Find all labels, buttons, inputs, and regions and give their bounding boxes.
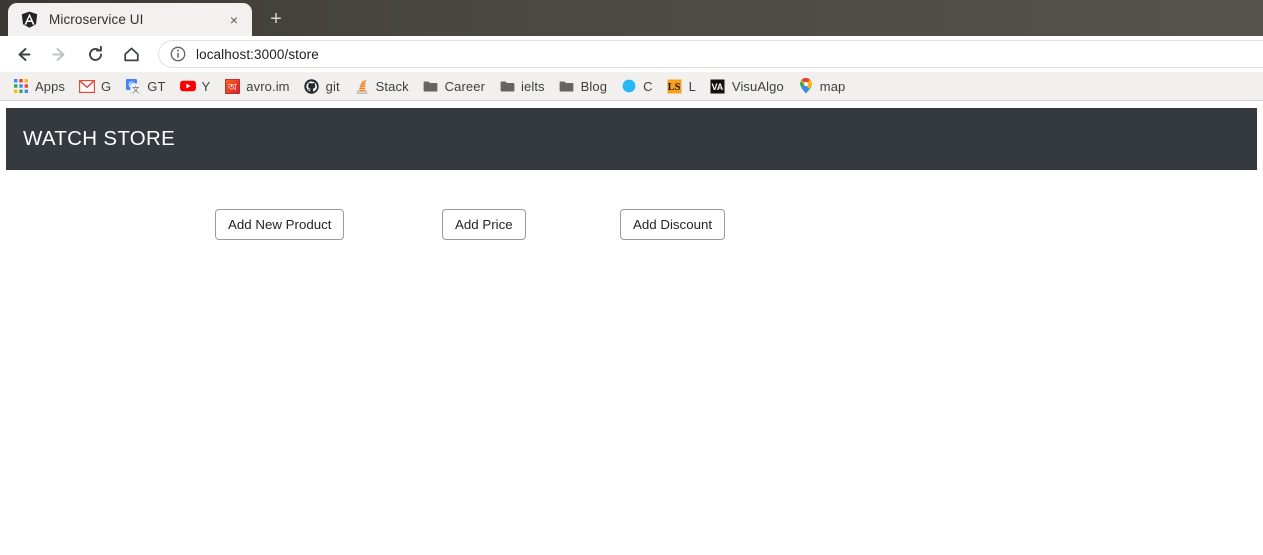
svg-text:অ: অ — [227, 82, 237, 93]
bookmark-map[interactable]: map — [791, 75, 853, 98]
stackoverflow-icon — [354, 78, 370, 94]
add-new-product-button[interactable]: Add New Product — [215, 209, 345, 240]
bookmark-gmail[interactable]: G — [72, 75, 118, 98]
google-maps-pin-icon — [798, 78, 814, 94]
app-banner: WATCH STORE — [6, 108, 1257, 170]
visualgo-icon: VA — [710, 78, 726, 94]
home-icon[interactable] — [116, 39, 146, 69]
bookmark-visualgo[interactable]: VA VisuAlgo — [703, 75, 791, 98]
address-bar-url: localhost:3000/store — [196, 46, 319, 62]
bookmark-avro[interactable]: অ avro.im — [217, 75, 296, 98]
bookmark-label: Career — [444, 78, 486, 94]
bookmarks-bar: Apps G G 文 GT Y — [0, 72, 1263, 101]
folder-icon — [423, 78, 439, 94]
browser-toolbar: localhost:3000/store — [0, 36, 1263, 72]
page-title: WATCH STORE — [23, 127, 176, 150]
back-arrow-icon[interactable] — [8, 39, 38, 69]
bookmark-label: Y — [201, 78, 211, 94]
bookmark-label: Blog — [580, 78, 608, 94]
folder-icon — [559, 78, 575, 94]
bookmark-c[interactable]: C — [614, 75, 660, 98]
bookmark-stackoverflow[interactable]: Stack — [347, 75, 416, 98]
info-circle-icon[interactable] — [169, 45, 187, 63]
bookmark-label: L — [688, 78, 696, 94]
bookmark-youtube[interactable]: Y — [173, 75, 218, 98]
bookmark-label: GT — [147, 78, 166, 94]
bookmark-label: Stack — [375, 78, 409, 94]
bookmark-label: VisuAlgo — [731, 78, 784, 94]
angular-icon — [21, 11, 38, 28]
page-content: WATCH STORE Add New Product Add Price Ad… — [0, 101, 1263, 554]
bookmark-leetcode[interactable]: LS L — [660, 75, 703, 98]
apps-grid-icon — [13, 78, 29, 94]
leetcode-icon: LS — [667, 78, 683, 94]
address-bar[interactable]: localhost:3000/store — [158, 40, 1263, 68]
bookmark-career[interactable]: Career — [416, 75, 492, 98]
blue-circle-icon — [621, 78, 637, 94]
svg-text:VA: VA — [712, 82, 724, 92]
svg-text:LS: LS — [668, 82, 681, 93]
action-button-row: Add New Product Add Price Add Discount — [6, 209, 1257, 249]
reload-icon[interactable] — [80, 39, 110, 69]
github-icon — [304, 78, 320, 94]
new-tab-button[interactable]: + — [258, 4, 294, 34]
bookmark-label: Apps — [35, 78, 66, 94]
bookmark-github[interactable]: git — [297, 75, 347, 98]
bookmark-label: ielts — [521, 78, 545, 94]
bookmark-google-translate[interactable]: G 文 GT — [118, 75, 172, 98]
browser-tab[interactable]: Microservice UI × — [8, 3, 252, 36]
bookmark-label: avro.im — [246, 78, 290, 94]
forward-arrow-icon — [44, 39, 74, 69]
close-icon[interactable]: × — [224, 10, 244, 30]
bookmark-label: C — [643, 78, 653, 94]
bookmark-ielts[interactable]: ielts — [492, 75, 552, 98]
avro-icon: অ — [224, 78, 240, 94]
add-discount-button[interactable]: Add Discount — [620, 209, 726, 240]
bookmark-blog[interactable]: Blog — [552, 75, 614, 98]
bookmark-label: git — [325, 78, 340, 94]
svg-text:文: 文 — [132, 84, 140, 94]
browser-tab-title: Microservice UI — [49, 12, 144, 27]
folder-icon — [499, 78, 515, 94]
gmail-icon — [79, 78, 96, 94]
browser-tab-strip: Microservice UI × + — [0, 0, 1263, 36]
bookmark-apps[interactable]: Apps — [6, 75, 72, 98]
add-price-button[interactable]: Add Price — [442, 209, 526, 240]
google-translate-icon: G 文 — [125, 78, 141, 94]
youtube-icon — [179, 78, 196, 94]
bookmark-label: map — [819, 78, 846, 94]
bookmark-label: G — [101, 78, 112, 94]
